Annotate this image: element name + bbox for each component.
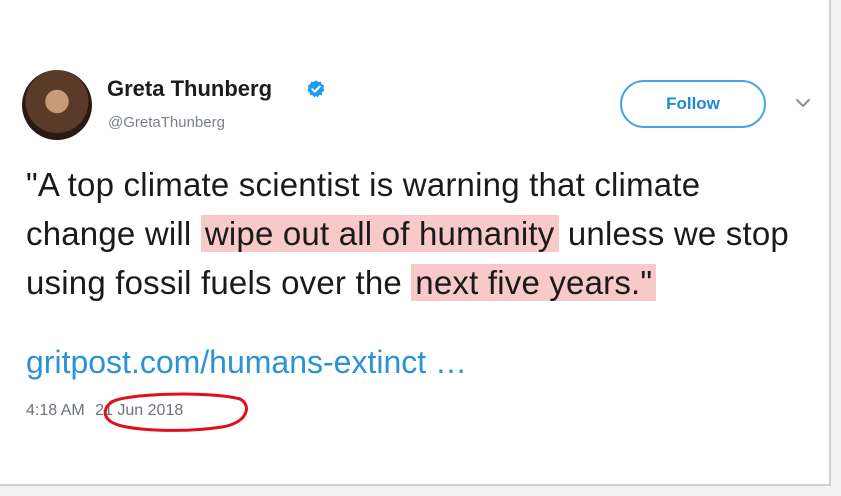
highlighted-phrase: wipe out all of humanity — [200, 215, 559, 252]
tweet-card: Greta Thunberg @GretaThunberg Follow "A … — [0, 0, 831, 486]
tweet-time: 4:18 AM — [26, 402, 85, 419]
author-handle[interactable]: @GretaThunberg — [108, 114, 225, 131]
highlighted-phrase: next five years." — [411, 264, 657, 301]
tweet-link[interactable]: gritpost.com/humans-extinct … — [26, 344, 467, 381]
tweet-text: "A top climate scientist is warning that… — [26, 160, 816, 307]
follow-button[interactable]: Follow — [620, 80, 766, 128]
avatar[interactable] — [22, 70, 92, 140]
author-name[interactable]: Greta Thunberg — [107, 76, 272, 102]
red-annotation-circle — [103, 392, 248, 432]
chevron-down-icon[interactable] — [794, 97, 812, 109]
verified-badge-icon — [307, 80, 325, 98]
